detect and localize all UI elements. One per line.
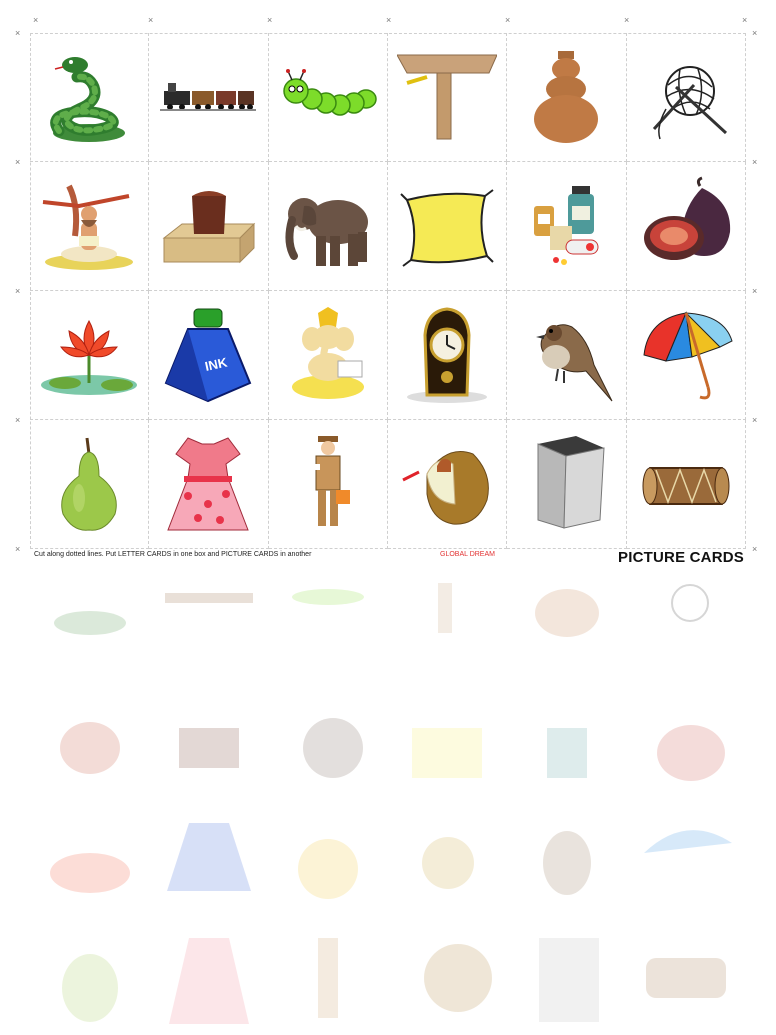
clock-icon <box>407 307 488 403</box>
crop-mark: × <box>752 28 758 38</box>
crop-mark: × <box>386 15 392 25</box>
pot-icon <box>534 51 599 143</box>
lotus-icon <box>41 319 138 395</box>
picture-card-sheet: INK <box>30 33 746 549</box>
card-elephant <box>268 162 388 291</box>
crop-mark: × <box>267 15 273 25</box>
card-train <box>149 33 269 162</box>
umbrella-icon <box>643 311 733 400</box>
faded-card-bleed <box>30 575 746 1035</box>
crop-mark: × <box>15 157 21 167</box>
brand-label: GLOBAL DREAM <box>440 551 495 558</box>
card-tin-can <box>507 420 627 549</box>
drum-icon <box>642 467 730 505</box>
snake-icon <box>50 57 126 142</box>
crop-mark: × <box>742 15 748 25</box>
table-corner-icon <box>397 54 498 140</box>
dress-icon <box>167 437 250 531</box>
card-caterpillar <box>268 33 388 162</box>
card-medicine <box>507 162 627 291</box>
card-cake-box <box>149 162 269 291</box>
card-fig <box>626 162 746 291</box>
crop-mark: × <box>505 15 511 25</box>
ganesha-icon <box>291 307 364 399</box>
crop-mark: × <box>15 544 21 554</box>
card-sparrow <box>507 291 627 420</box>
crop-mark: × <box>752 286 758 296</box>
cutting-instructions: Cut along dotted lines. Put LETTER CARDS… <box>34 551 312 558</box>
yogi-icon <box>42 184 134 270</box>
tin-can-icon <box>537 436 606 529</box>
fig-icon <box>643 176 730 260</box>
card-ink-bottle: INK <box>149 291 269 420</box>
caterpillar-icon <box>283 69 377 116</box>
crop-mark: × <box>33 15 39 25</box>
elephant-icon <box>285 198 368 266</box>
card-dress <box>149 420 269 549</box>
card-clock <box>387 291 508 420</box>
crop-mark: × <box>15 415 21 425</box>
crop-mark: × <box>148 15 154 25</box>
card-grid: INK <box>30 33 746 549</box>
card-pot <box>507 33 627 162</box>
postman-icon <box>309 436 350 526</box>
card-sheet-footer: Cut along dotted lines. Put LETTER CARDS… <box>34 549 744 571</box>
card-pear <box>30 420 150 549</box>
card-drum <box>626 420 746 549</box>
pear-icon <box>61 437 117 531</box>
card-snake <box>30 33 150 162</box>
card-yogi <box>30 162 150 291</box>
card-ganesha <box>268 291 388 420</box>
card-pillow <box>387 162 508 291</box>
card-postman <box>268 420 388 549</box>
train-icon <box>160 83 257 111</box>
card-yarn <box>626 33 746 162</box>
pillow-icon <box>400 189 494 267</box>
yarn-ball-icon <box>652 66 727 140</box>
card-umbrella <box>626 291 746 420</box>
coconut-icon <box>402 451 490 525</box>
card-lotus <box>30 291 150 420</box>
sparrow-icon <box>536 324 613 402</box>
card-table-corner <box>387 33 508 162</box>
cake-box-icon <box>163 191 256 264</box>
medicine-icon <box>534 186 599 265</box>
crop-mark: × <box>752 415 758 425</box>
crop-mark: × <box>15 286 21 296</box>
crop-mark: × <box>752 544 758 554</box>
sheet-title: PICTURE CARDS <box>618 549 744 566</box>
ink-bottle-icon: INK <box>165 308 252 403</box>
crop-mark: × <box>752 157 758 167</box>
card-coconut <box>387 420 508 549</box>
crop-mark: × <box>624 15 630 25</box>
crop-mark: × <box>15 28 21 38</box>
